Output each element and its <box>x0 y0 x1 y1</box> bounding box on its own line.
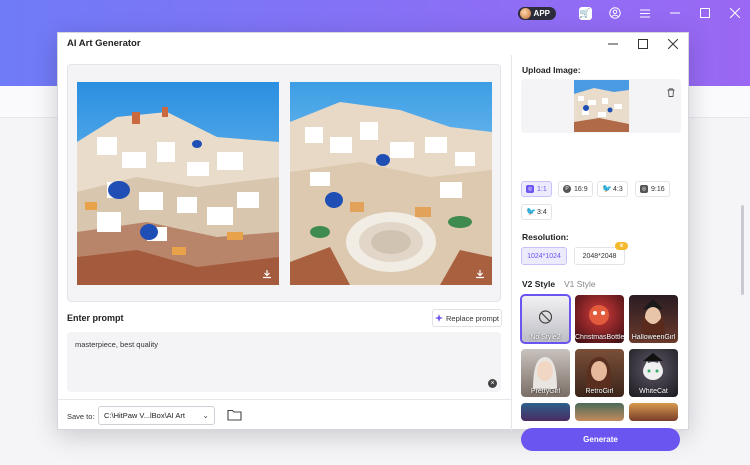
style-card-prettygirl[interactable]: PrettyGirl <box>521 349 570 397</box>
sparkle-icon <box>435 314 444 322</box>
resolution-label: Resolution: <box>522 232 569 242</box>
settings-panel: Upload Image: ◎ 1:1 P 16:9 🐦 4:3 ◎ 9:16 … <box>512 55 744 451</box>
upload-image-area[interactable] <box>521 79 681 133</box>
account-icon[interactable] <box>600 4 630 22</box>
ratio-16-9-button[interactable]: P 16:9 <box>558 181 593 197</box>
style-label: RetroGirl <box>585 388 614 395</box>
save-to-label: Save to: <box>67 412 95 421</box>
instagram-icon: ◎ <box>526 185 534 193</box>
dialog-maximize-icon[interactable] <box>635 36 651 52</box>
tab-v1-style[interactable]: V1 Style <box>564 279 596 289</box>
prompt-label: Enter prompt <box>67 313 124 323</box>
style-card-retrogirl[interactable]: RetroGirl <box>575 349 624 397</box>
app-avatar-icon <box>519 7 531 19</box>
ratio-3-4-button[interactable]: 🐦 3:4 <box>521 204 552 220</box>
app-badge[interactable]: APP <box>517 6 556 20</box>
clear-prompt-icon[interactable]: × <box>488 379 497 388</box>
style-card-partial[interactable] <box>521 403 570 421</box>
santorini-image-1 <box>77 82 279 285</box>
cart-icon[interactable]: 🛒 <box>570 4 600 22</box>
generate-button[interactable]: Generate <box>521 428 680 451</box>
resolution-1024-button[interactable]: 1024*1024 <box>521 247 567 265</box>
replace-prompt-button[interactable]: Replace prompt <box>432 309 502 327</box>
tab-v2-style[interactable]: V2 Style <box>522 279 555 289</box>
trash-icon[interactable] <box>667 84 675 97</box>
upload-image-label: Upload Image: <box>522 65 581 75</box>
close-icon[interactable] <box>720 4 750 22</box>
result-image-1[interactable] <box>77 82 279 285</box>
download-icon[interactable] <box>472 267 488 281</box>
style-card-christmasbottle[interactable]: ChristmasBottle <box>575 295 624 343</box>
menu-icon[interactable] <box>630 4 660 22</box>
app-badge-label: APP <box>533 8 550 18</box>
style-label: No Style2 <box>530 334 561 341</box>
style-label: PrettyGirl <box>530 388 561 395</box>
dialog-title: AI Art Generator <box>67 38 141 49</box>
download-icon[interactable] <box>259 267 275 281</box>
dialog-minimize-icon[interactable] <box>605 36 621 52</box>
ratio-1-1-button[interactable]: ◎ 1:1 <box>521 181 552 197</box>
folder-icon[interactable] <box>227 408 242 421</box>
ratio-label: 4:3 <box>613 185 623 193</box>
style-label: ChristmasBottle <box>575 334 624 341</box>
ratio-9-16-button[interactable]: ◎ 9:16 <box>635 181 670 197</box>
premium-crown-icon: ♛ <box>615 242 628 250</box>
style-card-whitecat[interactable]: WhiteCat <box>629 349 678 397</box>
style-card-no-style[interactable]: No Style2 <box>520 294 571 344</box>
style-card-partial[interactable] <box>575 403 624 421</box>
chevron-down-icon: ⌄ <box>202 411 209 420</box>
resolution-2048-button[interactable]: 2048*2048 ♛ <box>574 242 628 265</box>
minimize-icon[interactable] <box>660 4 690 22</box>
dialog-close-icon[interactable] <box>665 36 681 52</box>
prompt-text: masterpiece, best quality <box>75 340 158 349</box>
result-image-2[interactable] <box>290 82 492 285</box>
maximize-icon[interactable] <box>690 4 720 22</box>
save-path-select[interactable]: C:\HitPaw V...lBox\AI Art ⌄ <box>98 406 215 425</box>
ratio-label: 16:9 <box>574 185 588 193</box>
save-bar: Save to: C:\HitPaw V...lBox\AI Art ⌄ <box>58 399 511 431</box>
top-bar: APP 🛒 <box>517 4 750 22</box>
resolution-option-label: 2048*2048 <box>582 252 617 260</box>
style-label: WhiteCat <box>639 388 668 395</box>
twitter-icon: 🐦 <box>602 184 612 193</box>
uploaded-image-thumbnail <box>574 80 629 132</box>
preview-area <box>67 64 501 302</box>
resolution-option-label: 1024*1024 <box>527 252 561 260</box>
instagram-icon: ◎ <box>640 185 648 193</box>
ratio-4-3-button[interactable]: 🐦 4:3 <box>597 181 628 197</box>
prompt-input[interactable]: masterpiece, best quality × <box>67 332 501 392</box>
style-card-halloweengirl[interactable]: HalloweenGirl <box>629 295 678 343</box>
dialog-titlebar: AI Art Generator <box>58 33 690 55</box>
save-path-value: C:\HitPaw V...lBox\AI Art <box>104 411 186 420</box>
santorini-image-2 <box>290 82 492 285</box>
ratio-label: 3:4 <box>537 208 547 216</box>
style-card-partial[interactable] <box>629 403 678 421</box>
style-label: HalloweenGirl <box>631 334 676 341</box>
pinterest-icon: P <box>563 185 571 193</box>
twitter-icon: 🐦 <box>526 207 536 216</box>
scrollbar[interactable] <box>741 205 744 295</box>
replace-prompt-label: Replace prompt <box>446 313 499 323</box>
ratio-label: 1:1 <box>537 185 547 193</box>
ratio-label: 9:16 <box>651 185 665 193</box>
ai-art-generator-dialog: AI Art Generator Enter prompt Replace pr… <box>57 32 744 451</box>
